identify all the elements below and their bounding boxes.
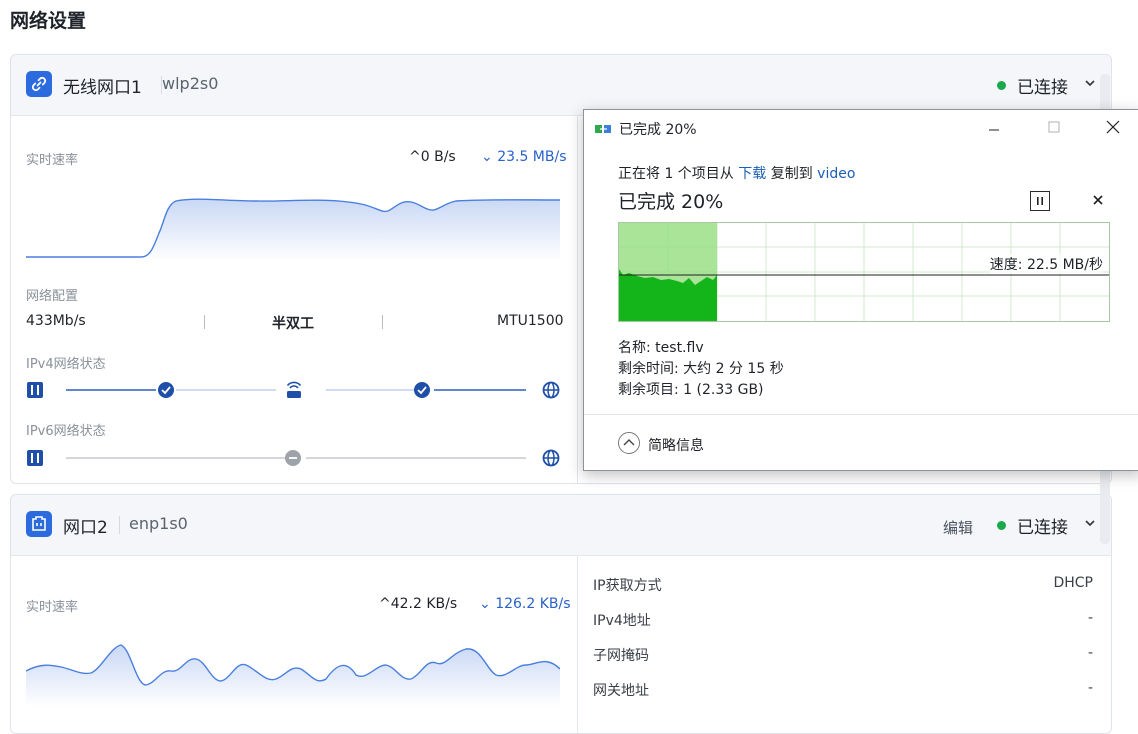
divider	[119, 516, 120, 534]
download-speed-value: 23.5 MB/s	[497, 149, 567, 165]
ethernet-throughput-graph	[26, 644, 560, 707]
divider	[584, 414, 1138, 415]
close-button[interactable]	[1090, 114, 1136, 144]
divider	[382, 315, 383, 329]
upload-speed-value: 42.2 KB/s	[390, 596, 458, 612]
remaining-items: 剩余项目: 1 (2.33 GB)	[618, 382, 764, 398]
info-label: IP获取方式	[593, 578, 662, 594]
realtime-label: 实时速率	[26, 153, 79, 168]
upload-speed: ^42.2 KB/s	[379, 596, 458, 612]
interface-header[interactable]: 无线网口1 wlp2s0 已连接	[11, 55, 1111, 116]
realtime-label: 实时速率	[26, 600, 79, 615]
status-text: 已连接	[1017, 518, 1068, 538]
collapse-label[interactable]: 简略信息	[648, 435, 704, 455]
pending-circle-icon	[285, 450, 301, 466]
download-speed: ⌄ 126.2 KB/s	[479, 596, 571, 612]
info-value: -	[1087, 610, 1093, 626]
divider	[204, 315, 205, 329]
config-label: 网络配置	[26, 289, 79, 304]
info-value: DHCP	[1053, 575, 1093, 591]
info-value: -	[1087, 645, 1093, 661]
info-label: 子网掩码	[593, 648, 649, 664]
upload-speed: ^0 B/s	[409, 149, 456, 165]
interface-name: 无线网口1	[63, 78, 142, 98]
globe-icon	[542, 449, 560, 467]
pause-icon	[1037, 197, 1043, 205]
speed-label: 速度: 22.5 MB/秒	[989, 254, 1103, 274]
mtu-value: MTU1500	[497, 313, 564, 329]
pause-button[interactable]	[1030, 191, 1050, 211]
interface-card-enp1s0: 网口2 enp1s0 编辑 已连接 实时速率 ^42.2 KB/s ⌄ 126.…	[10, 494, 1112, 734]
download-speed-value: 126.2 KB/s	[495, 596, 571, 612]
source-folder-link[interactable]: 下载	[738, 166, 766, 182]
ipv6-status-label: IPv6网络状态	[26, 424, 106, 439]
link-icon	[26, 71, 52, 97]
ipv4-status-label: IPv4网络状态	[26, 357, 106, 372]
info-label: 网关地址	[593, 683, 649, 699]
wifi-throughput-graph	[26, 198, 560, 261]
copy-progress-dialog: 已完成 20% 正在将 1 个项目从 下载 复制到 video 已完成 20% …	[583, 109, 1138, 471]
check-circle-icon	[158, 382, 174, 398]
status-text: 已连接	[1017, 78, 1068, 98]
chevron-up-icon	[623, 439, 635, 446]
router-icon	[286, 381, 302, 398]
progress-text: 已完成 20%	[618, 191, 724, 213]
globe-icon	[542, 381, 560, 399]
download-speed: ⌄ 23.5 MB/s	[481, 149, 567, 165]
collapse-button[interactable]	[618, 432, 640, 454]
ethernet-port-icon	[26, 511, 52, 537]
panel-divider	[577, 555, 578, 733]
copy-description: 正在将 1 个项目从 下载 复制到 video	[618, 163, 855, 183]
status-dot	[997, 81, 1006, 90]
cancel-copy-icon[interactable]	[1090, 192, 1106, 208]
link-speed: 433Mb/s	[26, 313, 86, 329]
edit-link[interactable]: 编辑	[943, 517, 973, 538]
maximize-button[interactable]	[1031, 114, 1077, 144]
copy-description-mid: 复制到	[766, 166, 818, 182]
panel-divider	[577, 115, 578, 483]
chevron-down-icon[interactable]	[1084, 517, 1096, 529]
interface-header[interactable]: 网口2 enp1s0 编辑 已连接	[11, 495, 1111, 556]
file-name: 名称: test.flv	[618, 340, 704, 356]
duplex-mode: 半双工	[272, 316, 314, 332]
dialog-title: 已完成 20%	[619, 122, 697, 138]
device-icon	[27, 382, 43, 398]
interface-name: 网口2	[63, 518, 108, 538]
transfer-speed-graph: 速度: 22.5 MB/秒	[618, 222, 1110, 322]
info-label: IPv4地址	[593, 613, 651, 629]
minimize-button[interactable]	[971, 114, 1017, 144]
page-title: 网络设置	[10, 10, 87, 32]
remaining-time: 剩余时间: 大约 2 分 15 秒	[618, 361, 784, 377]
check-circle-icon	[414, 382, 430, 398]
status-dot	[997, 521, 1006, 530]
interface-device: enp1s0	[129, 514, 188, 533]
device-icon	[27, 450, 43, 466]
chevron-down-icon[interactable]	[1084, 77, 1096, 89]
info-value: -	[1087, 680, 1093, 696]
destination-folder-link[interactable]: video	[817, 166, 855, 182]
copy-description-prefix: 正在将 1 个项目从	[618, 166, 739, 182]
interface-device: wlp2s0	[162, 74, 219, 93]
copy-icon	[595, 125, 611, 133]
